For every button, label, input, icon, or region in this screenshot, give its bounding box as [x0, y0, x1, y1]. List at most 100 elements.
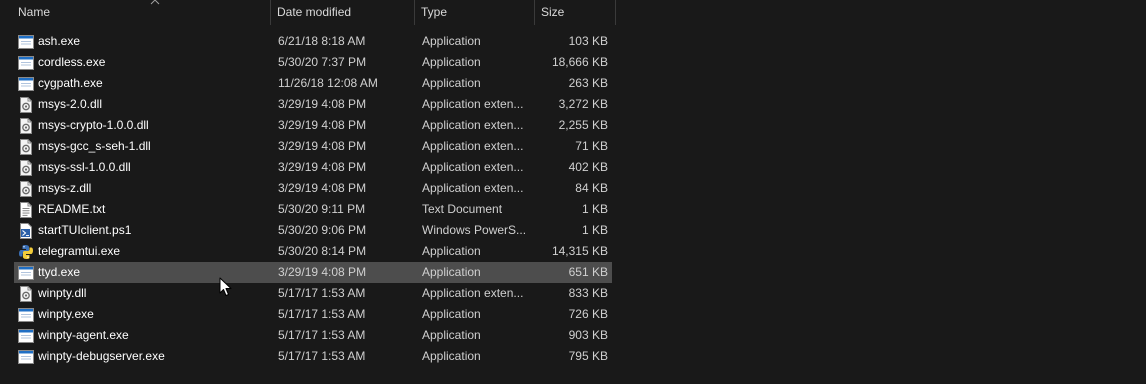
column-header-date-label: Date modified: [277, 5, 352, 19]
file-type: Application: [422, 265, 481, 279]
column-header-name[interactable]: Name: [12, 0, 271, 25]
file-type: Application: [422, 34, 481, 48]
file-date-modified: 3/29/19 4:08 PM: [278, 181, 367, 195]
file-date-modified: 3/29/19 4:08 PM: [278, 265, 367, 279]
file-row[interactable]: telegramtui.exe 5/30/20 8:14 PM Applicatio…: [14, 241, 612, 262]
dll-gear-file-icon: [18, 181, 34, 197]
file-date-modified: 3/29/19 4:08 PM: [278, 160, 367, 174]
file-name: ash.exe: [38, 34, 81, 48]
file-name: msys-z.dll: [38, 181, 92, 195]
file-type: Application exten...: [422, 139, 524, 153]
dll-gear-file-icon: [18, 118, 34, 134]
file-date-modified: 5/17/17 1:53 AM: [278, 307, 366, 321]
file-date-modified: 3/29/19 4:08 PM: [278, 139, 367, 153]
file-row[interactable]: msys-2.0.dll 3/29/19 4:08 PM Application e…: [14, 94, 612, 115]
dll-gear-file-icon: [18, 286, 34, 302]
file-name: startTUIclient.ps1: [38, 223, 132, 237]
file-row[interactable]: README.txt 5/30/20 9:11 PM Text Document 1 …: [14, 199, 612, 220]
python-app-icon: [18, 244, 34, 260]
file-date-modified: 5/30/20 8:14 PM: [278, 244, 367, 258]
file-date-modified: 3/29/19 4:08 PM: [278, 118, 367, 132]
file-name: msys-gcc_s-seh-1.dll: [38, 139, 151, 153]
file-row[interactable]: cygpath.exe 11/26/18 12:08 AM Application 2…: [14, 73, 612, 94]
file-size: 833 KB: [568, 286, 608, 300]
app-window-icon: [18, 349, 34, 365]
file-type: Application exten...: [422, 118, 524, 132]
file-name: msys-2.0.dll: [38, 97, 103, 111]
file-date-modified: 3/29/19 4:08 PM: [278, 97, 367, 111]
file-type: Application exten...: [422, 286, 524, 300]
file-size: 795 KB: [568, 349, 608, 363]
file-size: 402 KB: [568, 160, 608, 174]
file-name: winpty.exe: [38, 307, 94, 321]
file-row[interactable]: winpty-agent.exe 5/17/17 1:53 AM Applicati…: [14, 325, 612, 346]
mouse-pointer-icon: [219, 277, 232, 296]
app-window-icon: [18, 34, 34, 50]
column-header-name-label: Name: [18, 5, 51, 19]
file-date-modified: 5/17/17 1:53 AM: [278, 349, 366, 363]
file-type: Application: [422, 349, 481, 363]
file-size: 263 KB: [568, 76, 608, 90]
file-name: telegramtui.exe: [38, 244, 121, 258]
file-type: Application exten...: [422, 97, 524, 111]
file-row[interactable]: ttyd.exe 3/29/19 4:08 PM Application 651 KB: [14, 262, 612, 283]
file-row[interactable]: msys-crypto-1.0.0.dll 3/29/19 4:08 PM Appl…: [14, 115, 612, 136]
file-size: 3,272 KB: [558, 97, 608, 111]
file-date-modified: 5/17/17 1:53 AM: [278, 286, 366, 300]
file-type: Application: [422, 307, 481, 321]
file-type: Application: [422, 244, 481, 258]
powershell-file-icon: [18, 223, 34, 239]
dll-gear-file-icon: [18, 97, 34, 113]
file-row[interactable]: msys-gcc_s-seh-1.dll 3/29/19 4:08 PM Appli…: [14, 136, 612, 157]
dll-gear-file-icon: [18, 139, 34, 155]
file-row[interactable]: winpty.dll 5/17/17 1:53 AM Application ext…: [14, 283, 612, 304]
file-row[interactable]: winpty.exe 5/17/17 1:53 AM Application 726 …: [14, 304, 612, 325]
file-row[interactable]: ash.exe 6/21/18 8:18 AM Application 103 KB: [14, 31, 612, 52]
column-header-type[interactable]: Type: [415, 0, 535, 25]
file-size: 14,315 KB: [551, 244, 608, 258]
file-size: 2,255 KB: [558, 118, 608, 132]
file-size: 103 KB: [568, 34, 608, 48]
column-header-date-modified[interactable]: Date modified: [271, 0, 415, 25]
file-name: winpty-debugserver.exe: [38, 349, 165, 363]
dll-gear-file-icon: [18, 160, 34, 176]
file-date-modified: 5/30/20 9:11 PM: [278, 202, 366, 216]
file-row[interactable]: msys-z.dll 3/29/19 4:08 PM Application ext…: [14, 178, 612, 199]
app-window-icon: [18, 265, 34, 281]
file-type: Text Document: [422, 202, 503, 216]
file-date-modified: 5/30/20 7:37 PM: [278, 55, 367, 69]
file-name: msys-ssl-1.0.0.dll: [38, 160, 131, 174]
file-name: winpty-agent.exe: [38, 328, 129, 342]
file-type: Application exten...: [422, 160, 524, 174]
file-size: 84 KB: [575, 181, 608, 195]
file-name: README.txt: [38, 202, 106, 216]
app-window-icon: [18, 55, 34, 71]
file-row[interactable]: winpty-debugserver.exe 5/17/17 1:53 AM App…: [14, 346, 612, 367]
text-file-icon: [18, 202, 34, 218]
file-row[interactable]: msys-ssl-1.0.0.dll 3/29/19 4:08 PM Applica…: [14, 157, 612, 178]
file-date-modified: 5/30/20 9:06 PM: [278, 223, 367, 237]
column-header-size-label: Size: [541, 5, 565, 19]
file-name: msys-crypto-1.0.0.dll: [38, 118, 149, 132]
column-header-size[interactable]: Size: [535, 0, 616, 25]
file-size: 71 KB: [575, 139, 608, 153]
chevron-up-icon: [150, 0, 160, 5]
app-window-icon: [18, 76, 34, 92]
file-date-modified: 6/21/18 8:18 AM: [278, 34, 366, 48]
file-name: winpty.dll: [38, 286, 87, 300]
file-size: 1 KB: [581, 202, 608, 216]
file-size: 651 KB: [568, 265, 608, 279]
file-size: 18,666 KB: [551, 55, 608, 69]
file-row[interactable]: startTUIclient.ps1 5/30/20 9:06 PM Windows…: [14, 220, 612, 241]
file-row[interactable]: cordless.exe 5/30/20 7:37 PM Application 18…: [14, 52, 612, 73]
file-list: ash.exe 6/21/18 8:18 AM Application 103 KB c…: [14, 31, 612, 367]
file-type: Application exten...: [422, 181, 524, 195]
file-type: Application: [422, 328, 481, 342]
file-type: Application: [422, 76, 481, 90]
file-name: ttyd.exe: [38, 265, 81, 279]
file-name: cygpath.exe: [38, 76, 103, 90]
file-type: Application: [422, 55, 481, 69]
file-date-modified: 5/17/17 1:53 AM: [278, 328, 366, 342]
app-window-icon: [18, 328, 34, 344]
app-window-icon: [18, 307, 34, 323]
